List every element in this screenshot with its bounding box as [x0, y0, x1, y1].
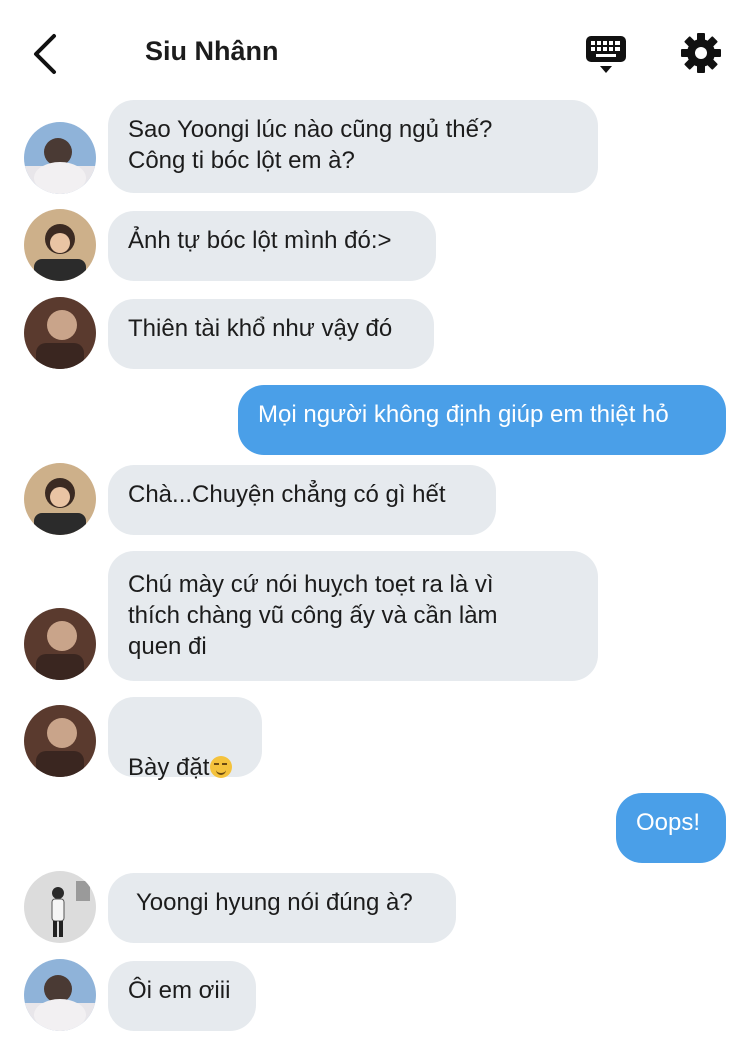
message-bubble: Sao Yoongi lúc nào cũng ngủ thế? Công ti… [108, 100, 598, 193]
avatar[interactable] [24, 209, 96, 281]
avatar[interactable] [24, 959, 96, 1031]
chat-title: Siu Nhânn [145, 36, 279, 66]
message-bubble-outgoing: Oops! [616, 793, 726, 863]
message-bubble: Chà...Chuyện chẳng có gì hết [108, 465, 496, 535]
message-bubble: Chú mày cứ nói huỵch toẹt ra là vì thích… [108, 551, 598, 681]
avatar[interactable] [24, 608, 96, 680]
message-bubble: Yoongi hyung nói đúng à? [108, 873, 456, 943]
message-bubble-outgoing: Mọi người không định giúp em thiệt hỏ [238, 385, 726, 455]
chat-header: Siu Nhânn [0, 0, 750, 100]
gear-icon[interactable] [680, 32, 722, 74]
avatar[interactable] [24, 871, 96, 943]
chevron-left-icon[interactable] [28, 32, 64, 76]
keyboard-icon[interactable] [585, 33, 627, 75]
avatar[interactable] [24, 463, 96, 535]
message-bubble: Thiên tài khổ như vậy đó [108, 299, 434, 369]
avatar[interactable] [24, 297, 96, 369]
message-bubble: Ôi em ơiii [108, 961, 256, 1031]
avatar[interactable] [24, 122, 96, 194]
message-bubble: Ảnh tự bóc lột mình đó:> [108, 211, 436, 281]
message-bubble: Bày đặt [108, 697, 262, 781]
smirk-emoji-icon [210, 756, 233, 778]
avatar[interactable] [24, 705, 96, 777]
message-text: Bày đặt [128, 754, 210, 781]
